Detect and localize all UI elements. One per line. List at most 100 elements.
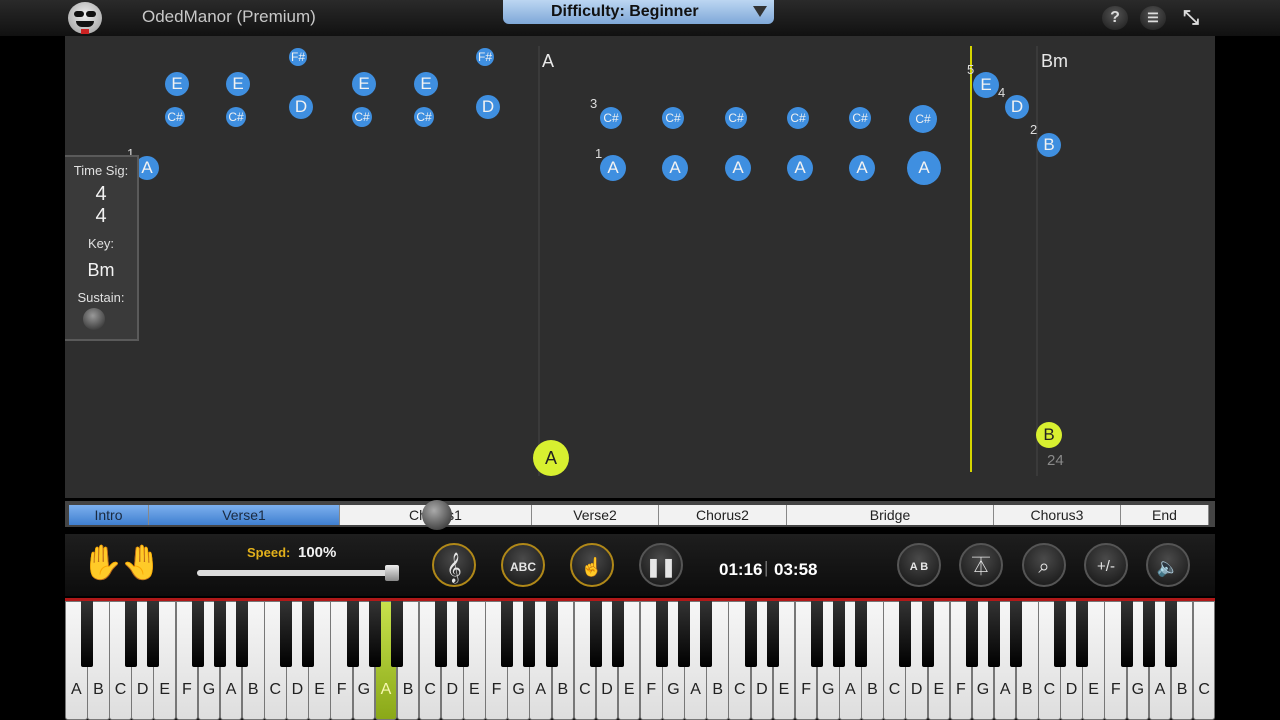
piano-black-key[interactable]: [302, 601, 315, 667]
note-marker: C#: [849, 107, 871, 129]
piano-black-key[interactable]: [81, 601, 94, 667]
note-marker: D: [289, 95, 313, 119]
app-logo-icon: [68, 2, 102, 34]
section-end[interactable]: End: [1121, 505, 1209, 525]
piano-black-key[interactable]: [1142, 601, 1155, 667]
note-marker: C#: [662, 107, 684, 129]
right-hand-toggle-icon[interactable]: ✋: [120, 543, 162, 583]
section-bridge[interactable]: Bridge: [787, 505, 994, 525]
piano-black-key[interactable]: [899, 601, 912, 667]
speed-slider-fill: [197, 570, 389, 576]
help-icon[interactable]: ?: [1102, 6, 1128, 30]
piano-black-key[interactable]: [235, 601, 248, 667]
treble-clef-icon[interactable]: 𝄞: [432, 543, 476, 587]
piano-black-key[interactable]: [501, 601, 514, 667]
key-label: F: [646, 681, 657, 698]
sustain-toggle[interactable]: [83, 308, 105, 330]
piano-black-key[interactable]: [545, 601, 558, 667]
piano-black-key[interactable]: [810, 601, 823, 667]
note-marker: C#: [165, 107, 185, 127]
section-intro[interactable]: Intro: [69, 505, 149, 525]
piano-black-key[interactable]: [1076, 601, 1089, 667]
transpose-button[interactable]: +/-: [1084, 543, 1128, 587]
sustain-label: Sustain:: [77, 290, 125, 305]
volume-icon[interactable]: 🔈: [1146, 543, 1190, 587]
piano-black-key[interactable]: [1054, 601, 1067, 667]
piano-black-key[interactable]: [213, 601, 226, 667]
note-names-button[interactable]: ABC: [501, 543, 545, 587]
section-verse2[interactable]: Verse2: [532, 505, 659, 525]
piano-black-key[interactable]: [457, 601, 470, 667]
note-marker: B: [1037, 133, 1061, 157]
key-label: D: [446, 681, 459, 698]
time-signature-bottom: 4: [95, 205, 107, 227]
piano-black-key[interactable]: [390, 601, 403, 667]
note-marker: C#: [909, 105, 937, 133]
piano-black-key[interactable]: [766, 601, 779, 667]
upcoming-note-marker: B: [1036, 422, 1062, 448]
note-marker: D: [1005, 95, 1029, 119]
note-marker: E: [165, 72, 189, 96]
piano-black-key[interactable]: [523, 601, 536, 667]
key-label: B: [1021, 681, 1033, 698]
key-label: C: [269, 681, 282, 698]
current-time: 01:16: [719, 560, 763, 579]
pause-icon[interactable]: ❚❚: [639, 543, 683, 587]
piano-key-C[interactable]: C: [1192, 601, 1216, 720]
piano-black-key[interactable]: [147, 601, 160, 667]
speed-slider[interactable]: [197, 570, 389, 576]
chevron-down-icon: [753, 6, 767, 17]
time-separator: |: [764, 558, 769, 577]
section-chorus3[interactable]: Chorus3: [994, 505, 1121, 525]
loop-ab-button[interactable]: A B: [897, 543, 941, 587]
piano-black-key[interactable]: [678, 601, 691, 667]
piano-black-key[interactable]: [589, 601, 602, 667]
song-info-panel: Time Sig: 4 4 Key: Bm Sustain:: [65, 155, 139, 341]
piano-black-key[interactable]: [368, 601, 381, 667]
section-chorus2[interactable]: Chorus2: [659, 505, 787, 525]
section-verse1[interactable]: Verse1: [149, 505, 340, 525]
piano-black-key[interactable]: [1120, 601, 1133, 667]
piano-black-key[interactable]: [434, 601, 447, 667]
piano-black-key[interactable]: [125, 601, 138, 667]
key-label: E: [469, 681, 480, 698]
piano-black-key[interactable]: [921, 601, 934, 667]
measure-line: [1036, 46, 1038, 476]
speed-slider-handle[interactable]: [385, 565, 399, 581]
piano-black-key[interactable]: [346, 601, 359, 667]
piano-black-key[interactable]: [611, 601, 624, 667]
note-marker: C#: [414, 107, 434, 127]
menu-icon[interactable]: ☰: [1140, 6, 1166, 30]
piano-black-key[interactable]: [1164, 601, 1177, 667]
note-marker: E: [973, 72, 999, 98]
difficulty-dropdown[interactable]: Difficulty: Beginner: [503, 0, 774, 24]
finger-number: 2: [1030, 122, 1038, 137]
key-label: D: [601, 681, 613, 698]
piano-keyboard[interactable]: ABCDEFGABCDEFGABCDEFGABCDEFGABCDEFGABCDE…: [65, 598, 1216, 720]
metronome-icon[interactable]: ⏄: [959, 543, 1003, 587]
key-label: A: [225, 681, 237, 698]
piano-black-key[interactable]: [1009, 601, 1022, 667]
key-label: D: [291, 681, 304, 698]
chord-label: Bm: [1041, 51, 1068, 71]
piano-black-key[interactable]: [965, 601, 978, 667]
piano-black-key[interactable]: [987, 601, 1000, 667]
left-hand-toggle-icon[interactable]: ✋: [81, 543, 123, 583]
song-sections-bar[interactable]: Intro Verse1 Chorus1 Verse2 Chorus2 Brid…: [65, 500, 1215, 530]
song-progress-handle[interactable]: [422, 500, 452, 530]
finger-hint-icon[interactable]: ☝: [570, 543, 614, 587]
zoom-icon[interactable]: ⌕: [1022, 543, 1066, 587]
piano-black-key[interactable]: [855, 601, 868, 667]
piano-black-key[interactable]: [280, 601, 293, 667]
piano-black-key[interactable]: [656, 601, 669, 667]
piano-black-key[interactable]: [191, 601, 204, 667]
piano-black-key[interactable]: [700, 601, 713, 667]
piano-black-key[interactable]: [833, 601, 846, 667]
key-label: G: [512, 681, 525, 698]
key-label: E: [623, 681, 635, 698]
key-value: Bm: [87, 260, 115, 280]
note-marker: F#: [476, 48, 494, 66]
piano-black-key[interactable]: [744, 601, 757, 667]
key-label: C: [114, 681, 127, 698]
fullscreen-icon[interactable]: ⤡: [1176, 6, 1206, 30]
